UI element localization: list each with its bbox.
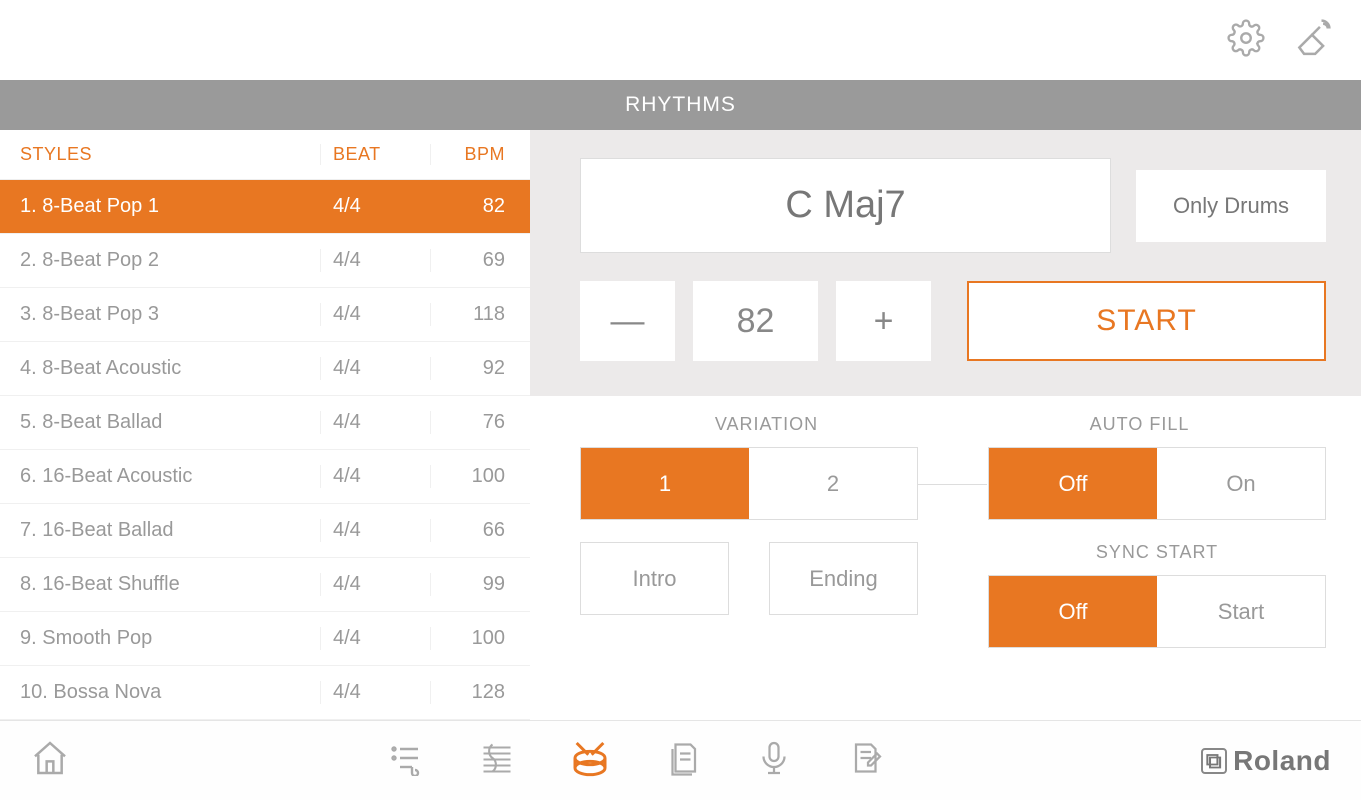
style-beat: 4/4 [320, 303, 430, 326]
variation-toggle: 1 2 [580, 447, 918, 520]
style-bpm: 99 [430, 573, 530, 596]
style-bpm: 92 [430, 357, 530, 380]
style-beat: 4/4 [320, 573, 430, 596]
style-bpm: 82 [430, 195, 530, 218]
score-icon[interactable] [479, 740, 515, 781]
col-header-style: STYLES [0, 144, 320, 165]
style-row[interactable]: 6. 16-Beat Acoustic4/4100 [0, 450, 530, 504]
style-name: 8. 16-Beat Shuffle [0, 573, 320, 596]
style-name: 2. 8-Beat Pop 2 [0, 249, 320, 272]
page-title: RHYTHMS [0, 80, 1361, 130]
style-name: 9. Smooth Pop [0, 627, 320, 650]
tempo-plus-button[interactable]: + [836, 281, 931, 361]
style-row[interactable]: 9. Smooth Pop4/4100 [0, 612, 530, 666]
style-name: 1. 8-Beat Pop 1 [0, 195, 320, 218]
variation-1[interactable]: 1 [581, 448, 749, 519]
style-bpm: 128 [430, 681, 530, 704]
style-name: 7. 16-Beat Ballad [0, 519, 320, 542]
style-bpm: 66 [430, 519, 530, 542]
ending-button[interactable]: Ending [769, 542, 918, 615]
style-bpm: 69 [430, 249, 530, 272]
style-beat: 4/4 [320, 249, 430, 272]
page-icon[interactable] [665, 740, 701, 781]
style-beat: 4/4 [320, 195, 430, 218]
tempo-minus-button[interactable]: — [580, 281, 675, 361]
style-bpm: 76 [430, 411, 530, 434]
drum-icon[interactable] [570, 738, 610, 783]
gear-icon[interactable] [1227, 19, 1265, 62]
list-icon[interactable] [388, 740, 424, 781]
tempo-value: 82 [693, 281, 818, 361]
mic-icon[interactable] [756, 740, 792, 781]
col-header-beat: BEAT [320, 144, 430, 165]
style-beat: 4/4 [320, 411, 430, 434]
style-beat: 4/4 [320, 519, 430, 542]
style-name: 6. 16-Beat Acoustic [0, 465, 320, 488]
style-row[interactable]: 8. 16-Beat Shuffle4/499 [0, 558, 530, 612]
eraser-icon[interactable] [1293, 19, 1331, 62]
style-beat: 4/4 [320, 357, 430, 380]
style-beat: 4/4 [320, 627, 430, 650]
sync-start[interactable]: Start [1157, 576, 1325, 647]
style-beat: 4/4 [320, 681, 430, 704]
autofill-toggle: Off On [988, 447, 1326, 520]
style-name: 3. 8-Beat Pop 3 [0, 303, 320, 326]
style-bpm: 100 [430, 627, 530, 650]
col-header-bpm: BPM [430, 144, 530, 165]
style-row[interactable]: 5. 8-Beat Ballad4/476 [0, 396, 530, 450]
only-drums-button[interactable]: Only Drums [1136, 170, 1326, 242]
style-row[interactable]: 4. 8-Beat Acoustic4/492 [0, 342, 530, 396]
sync-off[interactable]: Off [989, 576, 1157, 647]
style-row[interactable]: 3. 8-Beat Pop 34/4118 [0, 288, 530, 342]
style-bpm: 100 [430, 465, 530, 488]
brand-logo: ⧉Roland [1201, 745, 1331, 777]
style-beat: 4/4 [320, 465, 430, 488]
variation-label: VARIATION [580, 414, 953, 435]
style-name: 4. 8-Beat Acoustic [0, 357, 320, 380]
variation-2[interactable]: 2 [749, 448, 917, 519]
sync-label: SYNC START [988, 542, 1326, 563]
start-button[interactable]: START [967, 281, 1326, 361]
autofill-label: AUTO FILL [953, 414, 1326, 435]
style-row[interactable]: 1. 8-Beat Pop 14/482 [0, 180, 530, 234]
style-name: 10. Bossa Nova [0, 681, 320, 704]
chord-display[interactable]: C Maj7 [580, 158, 1111, 253]
style-bpm: 118 [430, 303, 530, 326]
style-row[interactable]: 7. 16-Beat Ballad4/466 [0, 504, 530, 558]
style-row[interactable]: 10. Bossa Nova4/4128 [0, 666, 530, 720]
autofill-off[interactable]: Off [989, 448, 1157, 519]
autofill-on[interactable]: On [1157, 448, 1325, 519]
sync-toggle: Off Start [988, 575, 1326, 648]
style-name: 5. 8-Beat Ballad [0, 411, 320, 434]
styles-table: STYLES BEAT BPM 1. 8-Beat Pop 14/4822. 8… [0, 130, 530, 720]
intro-button[interactable]: Intro [580, 542, 729, 615]
style-row[interactable]: 2. 8-Beat Pop 24/469 [0, 234, 530, 288]
edit-page-icon[interactable] [847, 740, 883, 781]
home-icon[interactable] [30, 738, 70, 783]
